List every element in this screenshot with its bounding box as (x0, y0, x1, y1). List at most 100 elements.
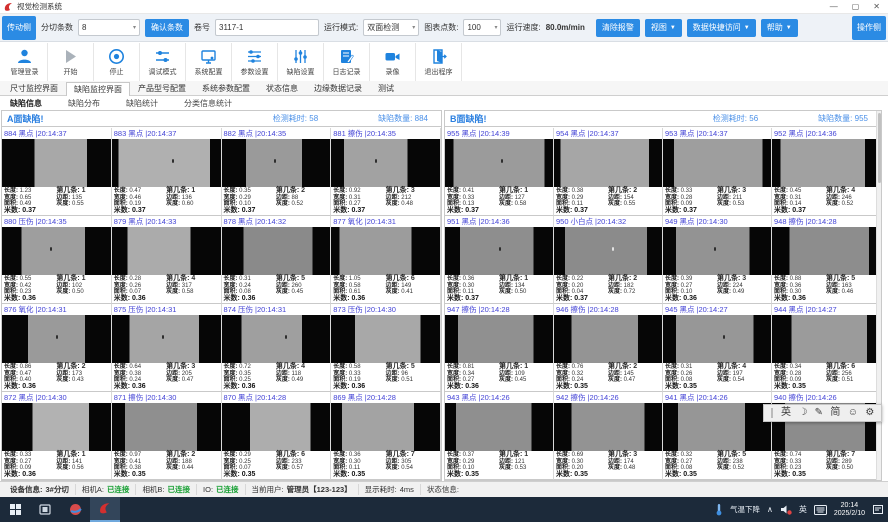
thermometer-icon[interactable] (715, 503, 723, 516)
keyboard-icon[interactable] (814, 505, 827, 515)
defect-cell[interactable]: 872黑点|20:14:30长度: 0.33宽度: 0.27面积: 0.09米数… (2, 392, 112, 480)
defect-image[interactable] (2, 139, 111, 187)
ime-indicator[interactable]: 英 (799, 504, 807, 515)
defect-image[interactable] (772, 315, 880, 363)
defect-image[interactable] (663, 227, 771, 275)
tab-edge-data-record[interactable]: 边缘数据记录 (306, 81, 370, 95)
scrollbar-thumb[interactable] (878, 113, 881, 183)
slit-count-select[interactable]: 8 ▾ (78, 19, 140, 36)
defect-image[interactable] (772, 227, 880, 275)
taskbar-app-browser[interactable] (60, 497, 90, 522)
drive-side-button[interactable]: 传动侧 (2, 16, 36, 40)
confirm-count-button[interactable]: 确认条数 (145, 19, 189, 37)
defect-cell[interactable]: 946擦伤|20:14:28长度: 0.76宽度: 0.32面积: 0.24米数… (554, 304, 663, 392)
defect-image[interactable] (112, 227, 221, 275)
notification-center-icon[interactable] (872, 504, 884, 515)
view-menu-button[interactable]: 视图▼ (645, 19, 682, 37)
subtab-defect-info[interactable]: 缺陷信息 (10, 98, 42, 109)
tab-defect-monitor[interactable]: 缺陷监控界面 (66, 82, 130, 96)
gear-icon[interactable]: ⚙ (865, 405, 874, 421)
defect-image[interactable] (112, 315, 221, 363)
defect-cell[interactable]: 884黑点|20:14:37长度: 1.23宽度: 0.65面积: 0.49米数… (2, 128, 112, 216)
defect-image[interactable] (554, 315, 662, 363)
data-quick-access-menu-button[interactable]: 数据快捷访问▼ (687, 19, 756, 37)
defect-image[interactable] (772, 139, 880, 187)
defect-cell[interactable]: 878黑点|20:14:32长度: 0.31宽度: 0.24面积: 0.08米数… (222, 216, 332, 304)
subtab-defect-statistics[interactable]: 缺陷统计 (126, 98, 158, 109)
ime-simplified-mode[interactable]: 简 (830, 405, 840, 421)
defect-image[interactable] (445, 403, 553, 451)
defect-cell[interactable]: 875压伤|20:14:31长度: 0.64宽度: 0.38面积: 0.24米数… (112, 304, 222, 392)
defect-image[interactable] (2, 227, 111, 275)
defect-image[interactable] (2, 315, 111, 363)
defect-cell[interactable]: 873压伤|20:14:30长度: 0.58宽度: 0.33面积: 0.19米数… (331, 304, 441, 392)
defect-cell[interactable]: 950小白点|20:14:32长度: 0.22宽度: 0.20面积: 0.04米… (554, 216, 663, 304)
maximize-button[interactable]: ▢ (852, 1, 860, 13)
scrollbar[interactable] (876, 111, 881, 480)
defect-image[interactable] (2, 403, 111, 451)
task-view-button[interactable] (30, 497, 60, 522)
defect-cell[interactable]: 874压伤|20:14:31长度: 0.72宽度: 0.35面积: 0.25米数… (222, 304, 332, 392)
defect-cell[interactable]: 876氧化|20:14:31长度: 0.86宽度: 0.47面积: 0.40米数… (2, 304, 112, 392)
pen-icon[interactable]: ✎ (815, 405, 823, 421)
defect-cell[interactable]: 949黑点|20:14:30长度: 0.39宽度: 0.27面积: 0.10米数… (663, 216, 772, 304)
admin-login-button[interactable]: 管理登录 (2, 43, 48, 81)
ime-drag-handle-icon[interactable] (771, 408, 773, 418)
defect-image[interactable] (445, 227, 553, 275)
defect-cell[interactable]: 877氧化|20:14:31长度: 1.05宽度: 0.58面积: 0.61米数… (331, 216, 441, 304)
defect-cell[interactable]: 944黑点|20:14:27长度: 0.34宽度: 0.28面积: 0.09米数… (772, 304, 881, 392)
defect-cell[interactable]: 947擦伤|20:14:28长度: 0.81宽度: 0.34面积: 0.27米数… (445, 304, 554, 392)
defect-cell[interactable]: 945黑点|20:14:27长度: 0.31宽度: 0.26面积: 0.08米数… (663, 304, 772, 392)
defect-image[interactable] (331, 139, 440, 187)
tab-test[interactable]: 测试 (370, 81, 402, 95)
defect-cell[interactable]: 882黑点|20:14:35长度: 0.35宽度: 0.29面积: 0.10米数… (222, 128, 332, 216)
tab-product-model-config[interactable]: 产品型号配置 (130, 81, 194, 95)
parameter-settings-button[interactable]: 参数设置 (232, 43, 278, 81)
defect-cell[interactable]: 952黑点|20:14:36长度: 0.45宽度: 0.31面积: 0.14米数… (772, 128, 881, 216)
defect-image[interactable] (445, 315, 553, 363)
defect-cell[interactable]: 954黑点|20:14:37长度: 0.38宽度: 0.29面积: 0.11米数… (554, 128, 663, 216)
help-menu-button[interactable]: 帮助▼ (761, 19, 798, 37)
defect-cell[interactable]: 953黑点|20:14:37长度: 0.33宽度: 0.28面积: 0.09米数… (663, 128, 772, 216)
defect-image[interactable] (112, 139, 221, 187)
defect-cell[interactable]: 948擦伤|20:14:28长度: 0.88宽度: 0.36面积: 0.30米数… (772, 216, 881, 304)
stop-button[interactable]: 停止 (94, 43, 140, 81)
chevron-up-icon[interactable]: ∧ (767, 505, 773, 514)
defect-image[interactable] (663, 139, 771, 187)
defect-image[interactable] (554, 139, 662, 187)
defect-cell[interactable]: 941黑点|20:14:26长度: 0.32宽度: 0.27面积: 0.08米数… (663, 392, 772, 480)
ime-english-mode[interactable]: 英 (781, 405, 791, 421)
run-mode-select[interactable]: 双面检测 ▾ (363, 19, 419, 36)
defect-image[interactable] (222, 139, 331, 187)
defect-cell[interactable]: 955黑点|20:14:39长度: 0.41宽度: 0.33面积: 0.13米数… (445, 128, 554, 216)
defect-cell[interactable]: 883黑点|20:14:37长度: 0.47宽度: 0.46面积: 0.19米数… (112, 128, 222, 216)
volume-icon[interactable] (780, 504, 792, 515)
defect-settings-button[interactable]: 缺陷设置 (278, 43, 324, 81)
defect-cell[interactable]: 871擦伤|20:14:30长度: 0.97宽度: 0.41面积: 0.38米数… (112, 392, 222, 480)
defect-image[interactable] (222, 227, 331, 275)
weather-status[interactable]: 气温下降 (730, 504, 760, 515)
defect-image[interactable] (445, 139, 553, 187)
taskbar-app-vision-system[interactable] (90, 497, 120, 522)
exit-program-button[interactable]: 退出程序 (416, 43, 462, 81)
defect-image[interactable] (331, 227, 440, 275)
defect-image[interactable] (222, 403, 331, 451)
defect-cell[interactable]: 881擦伤|20:14:35长度: 0.92宽度: 0.31面积: 0.27米数… (331, 128, 441, 216)
defect-image[interactable] (222, 315, 331, 363)
close-button[interactable]: ✕ (873, 1, 880, 13)
taskbar-clock[interactable]: 20:14 2025/2/10 (834, 502, 865, 518)
log-record-button[interactable]: 日志记录 (324, 43, 370, 81)
defect-image[interactable] (663, 315, 771, 363)
defect-cell[interactable]: 870黑点|20:14:28长度: 0.29宽度: 0.25面积: 0.07米数… (222, 392, 332, 480)
defect-cell[interactable]: 942擦伤|20:14:26长度: 0.69宽度: 0.30面积: 0.20米数… (554, 392, 663, 480)
defect-image[interactable] (554, 403, 662, 451)
video-record-button[interactable]: 录像 (370, 43, 416, 81)
subtab-class-info-statistics[interactable]: 分类信息统计 (184, 98, 232, 109)
clear-alarm-button[interactable]: 清除报警 (596, 19, 640, 37)
operate-side-button[interactable]: 操作侧 (852, 16, 886, 40)
defect-image[interactable] (112, 403, 221, 451)
chart-points-select[interactable]: 100 ▾ (463, 19, 501, 36)
defect-cell[interactable]: 880压伤|20:14:35长度: 0.55宽度: 0.42面积: 0.23米数… (2, 216, 112, 304)
debug-mode-button[interactable]: 调试模式 (140, 43, 186, 81)
tab-size-monitor[interactable]: 尺寸监控界面 (2, 81, 66, 95)
